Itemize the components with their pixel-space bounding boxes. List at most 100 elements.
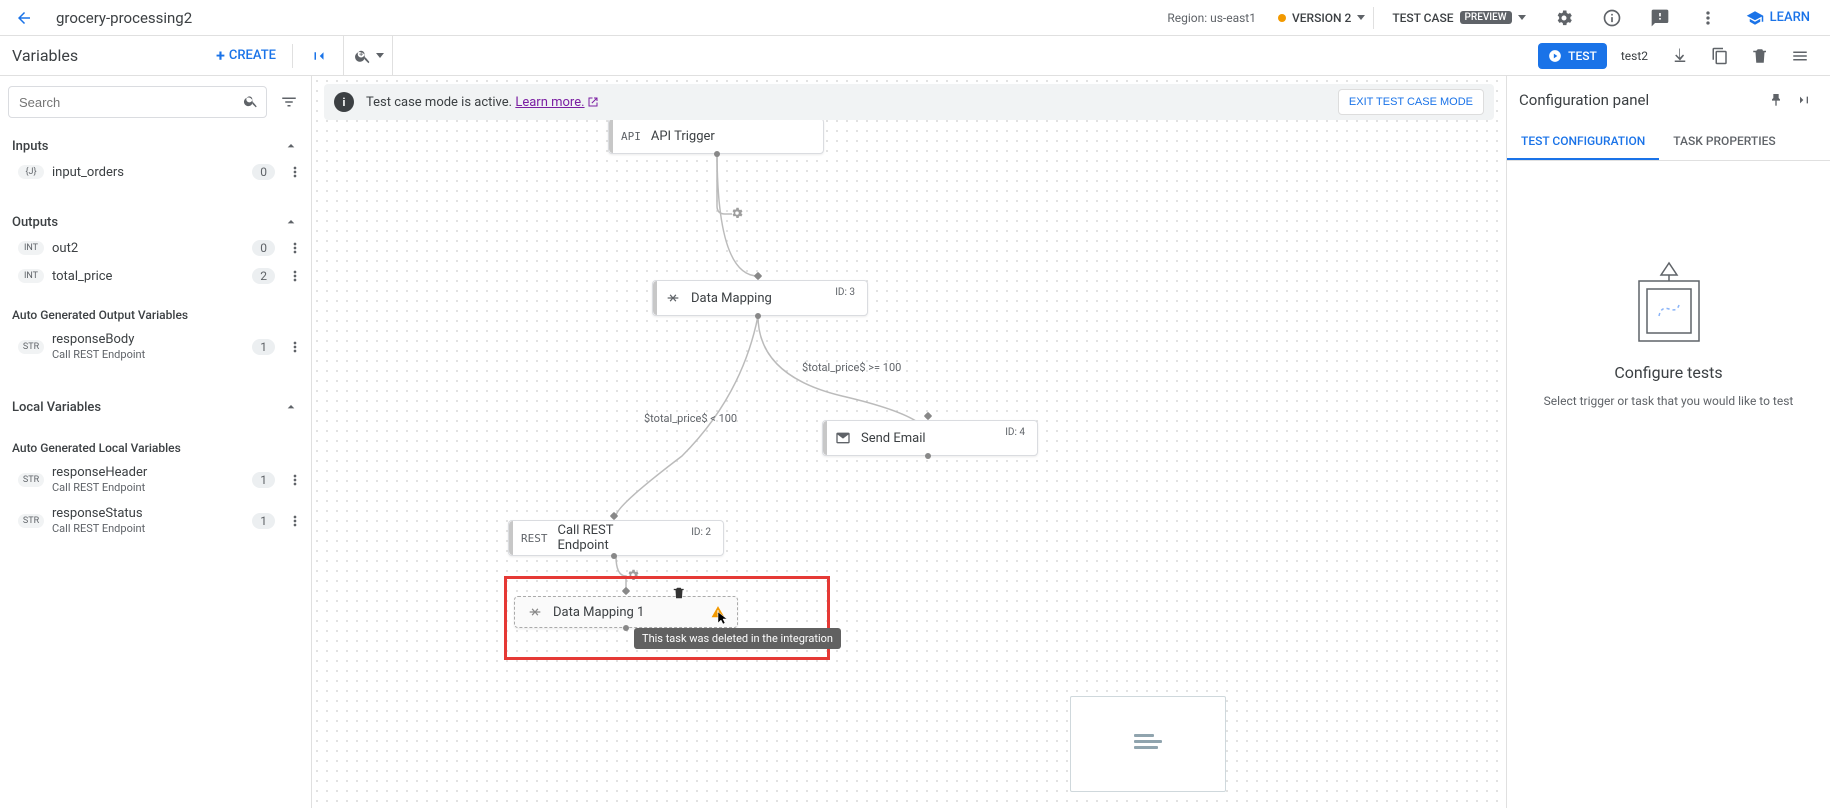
node-call-rest[interactable]: REST Call REST Endpoint ID: 2: [508, 520, 724, 556]
node-data-mapping[interactable]: Data Mapping ID: 3: [652, 280, 868, 316]
variables-sidebar: Inputs {J} input_orders 0 Outputs INT ou…: [0, 76, 312, 808]
banner-text: Test case mode is active. Learn more.: [366, 95, 599, 110]
more-button[interactable]: [1690, 0, 1726, 36]
more-vert-icon[interactable]: [287, 240, 303, 256]
node-label: API Trigger: [651, 129, 715, 144]
variable-row[interactable]: STR responseBody Call REST Endpoint 1: [0, 326, 311, 367]
more-vert-icon[interactable]: [287, 164, 303, 180]
download-button[interactable]: [1662, 38, 1698, 74]
variable-type-badge: STR: [18, 514, 44, 528]
section-inputs[interactable]: Inputs: [0, 128, 311, 158]
section-outputs[interactable]: Outputs: [0, 204, 311, 234]
cursor-icon: [717, 611, 731, 625]
variable-row[interactable]: INT total_price 2: [0, 262, 311, 290]
usage-count: 0: [252, 240, 275, 256]
chevron-down-icon: [1357, 15, 1365, 20]
more-vert-icon[interactable]: [287, 339, 303, 355]
search-icon: [243, 93, 259, 113]
variable-row[interactable]: {J} input_orders 0: [0, 158, 311, 186]
variable-row[interactable]: STR responseStatus Call REST Endpoint 1: [0, 500, 311, 541]
search-variables[interactable]: [8, 86, 267, 118]
open-in-new-icon: [587, 96, 599, 108]
chevron-up-icon: [283, 399, 299, 415]
testcase-selector[interactable]: TEST CASE PREVIEW: [1384, 7, 1533, 29]
integration-canvas[interactable]: i Test case mode is active. Learn more. …: [312, 76, 1506, 808]
variable-row[interactable]: STR responseHeader Call REST Endpoint 1: [0, 459, 311, 500]
back-button[interactable]: [12, 6, 36, 30]
copy-button[interactable]: [1702, 38, 1738, 74]
learn-more-label: Learn more.: [515, 95, 584, 110]
delete-button[interactable]: [1742, 38, 1778, 74]
variable-row[interactable]: INT out2 0: [0, 234, 311, 262]
collapse-panel-button[interactable]: [1790, 86, 1818, 114]
exit-test-mode-button[interactable]: EXIT TEST CASE MODE: [1338, 89, 1484, 115]
copy-icon: [1711, 47, 1729, 65]
configure-illustration: [1619, 261, 1719, 351]
node-id: ID: 3: [835, 287, 855, 298]
menu-button[interactable]: [1782, 38, 1818, 74]
gear-icon: [1554, 8, 1574, 28]
section-title: Outputs: [12, 215, 58, 230]
run-test-button[interactable]: TEST: [1538, 43, 1607, 69]
node-api-trigger[interactable]: API API Trigger: [608, 118, 824, 154]
variable-name: total_price: [52, 269, 244, 284]
tab-test-config[interactable]: TEST CONFIGURATION: [1507, 124, 1659, 160]
feedback-button[interactable]: [1642, 0, 1678, 36]
first-page-icon: [310, 47, 328, 65]
usage-count: 0: [252, 164, 275, 180]
usage-count: 1: [252, 339, 275, 355]
variable-source: Call REST Endpoint: [52, 348, 244, 361]
variable-type-badge: {J}: [18, 165, 44, 179]
more-vert-icon[interactable]: [287, 513, 303, 529]
chevron-down-icon: [376, 53, 384, 58]
test-mode-banner: i Test case mode is active. Learn more. …: [324, 84, 1494, 120]
trash-icon: [1751, 47, 1769, 65]
filter-icon: [280, 93, 298, 111]
filter-button[interactable]: [275, 88, 303, 116]
rest-icon: REST: [521, 532, 548, 545]
deleted-task-tooltip: This task was deleted in the integration: [634, 628, 841, 649]
play-circle-icon: [1548, 49, 1562, 63]
create-label: CREATE: [229, 48, 276, 63]
arrow-back-icon: [15, 9, 33, 27]
node-label: Send Email: [861, 431, 975, 446]
search-input[interactable]: [8, 86, 267, 118]
create-variable-button[interactable]: + CREATE: [208, 42, 284, 69]
variable-type-badge: INT: [18, 241, 44, 255]
section-title: Local Variables: [12, 400, 101, 415]
collapse-sidebar-button[interactable]: [301, 38, 337, 74]
test-selector[interactable]: test2: [1611, 43, 1658, 69]
feedback-icon: [1650, 8, 1670, 28]
version-status-dot: [1278, 14, 1286, 22]
learn-label: LEARN: [1770, 10, 1810, 25]
node-label: Call REST Endpoint: [558, 523, 662, 553]
variable-type-badge: STR: [18, 473, 44, 487]
node-id: ID: 2: [691, 527, 711, 538]
delete-edge-icon[interactable]: [672, 586, 686, 600]
learn-more-link[interactable]: Learn more.: [515, 95, 598, 110]
learn-icon: [1746, 9, 1764, 27]
configuration-panel: Configuration panel TEST CONFIGURATION T…: [1506, 76, 1830, 808]
chevron-down-icon: [1518, 15, 1526, 20]
testcase-label: TEST CASE: [1392, 11, 1453, 25]
banner-message: Test case mode is active.: [366, 95, 512, 110]
section-auto-local: Auto Generated Local Variables: [0, 433, 311, 459]
info-button[interactable]: [1594, 0, 1630, 36]
section-local[interactable]: Local Variables: [0, 389, 311, 419]
more-vert-icon[interactable]: [287, 472, 303, 488]
tab-task-properties[interactable]: TASK PROPERTIES: [1659, 124, 1789, 160]
zoom-button[interactable]: [354, 38, 384, 74]
configure-title: Configure tests: [1614, 363, 1722, 382]
section-auto-output: Auto Generated Output Variables: [0, 300, 311, 326]
edge-settings-icon[interactable]: [730, 206, 746, 222]
api-icon: API: [621, 130, 641, 143]
node-id: ID: 4: [1005, 427, 1025, 438]
settings-button[interactable]: [1546, 0, 1582, 36]
learn-button[interactable]: LEARN: [1738, 9, 1818, 27]
edge-condition: $total_price$ < 100: [644, 412, 737, 425]
more-vert-icon[interactable]: [287, 268, 303, 284]
usage-count: 2: [252, 268, 275, 284]
node-send-email[interactable]: Send Email ID: 4: [822, 420, 1038, 456]
version-selector[interactable]: VERSION 2: [1270, 7, 1374, 29]
pin-panel-button[interactable]: [1762, 86, 1790, 114]
